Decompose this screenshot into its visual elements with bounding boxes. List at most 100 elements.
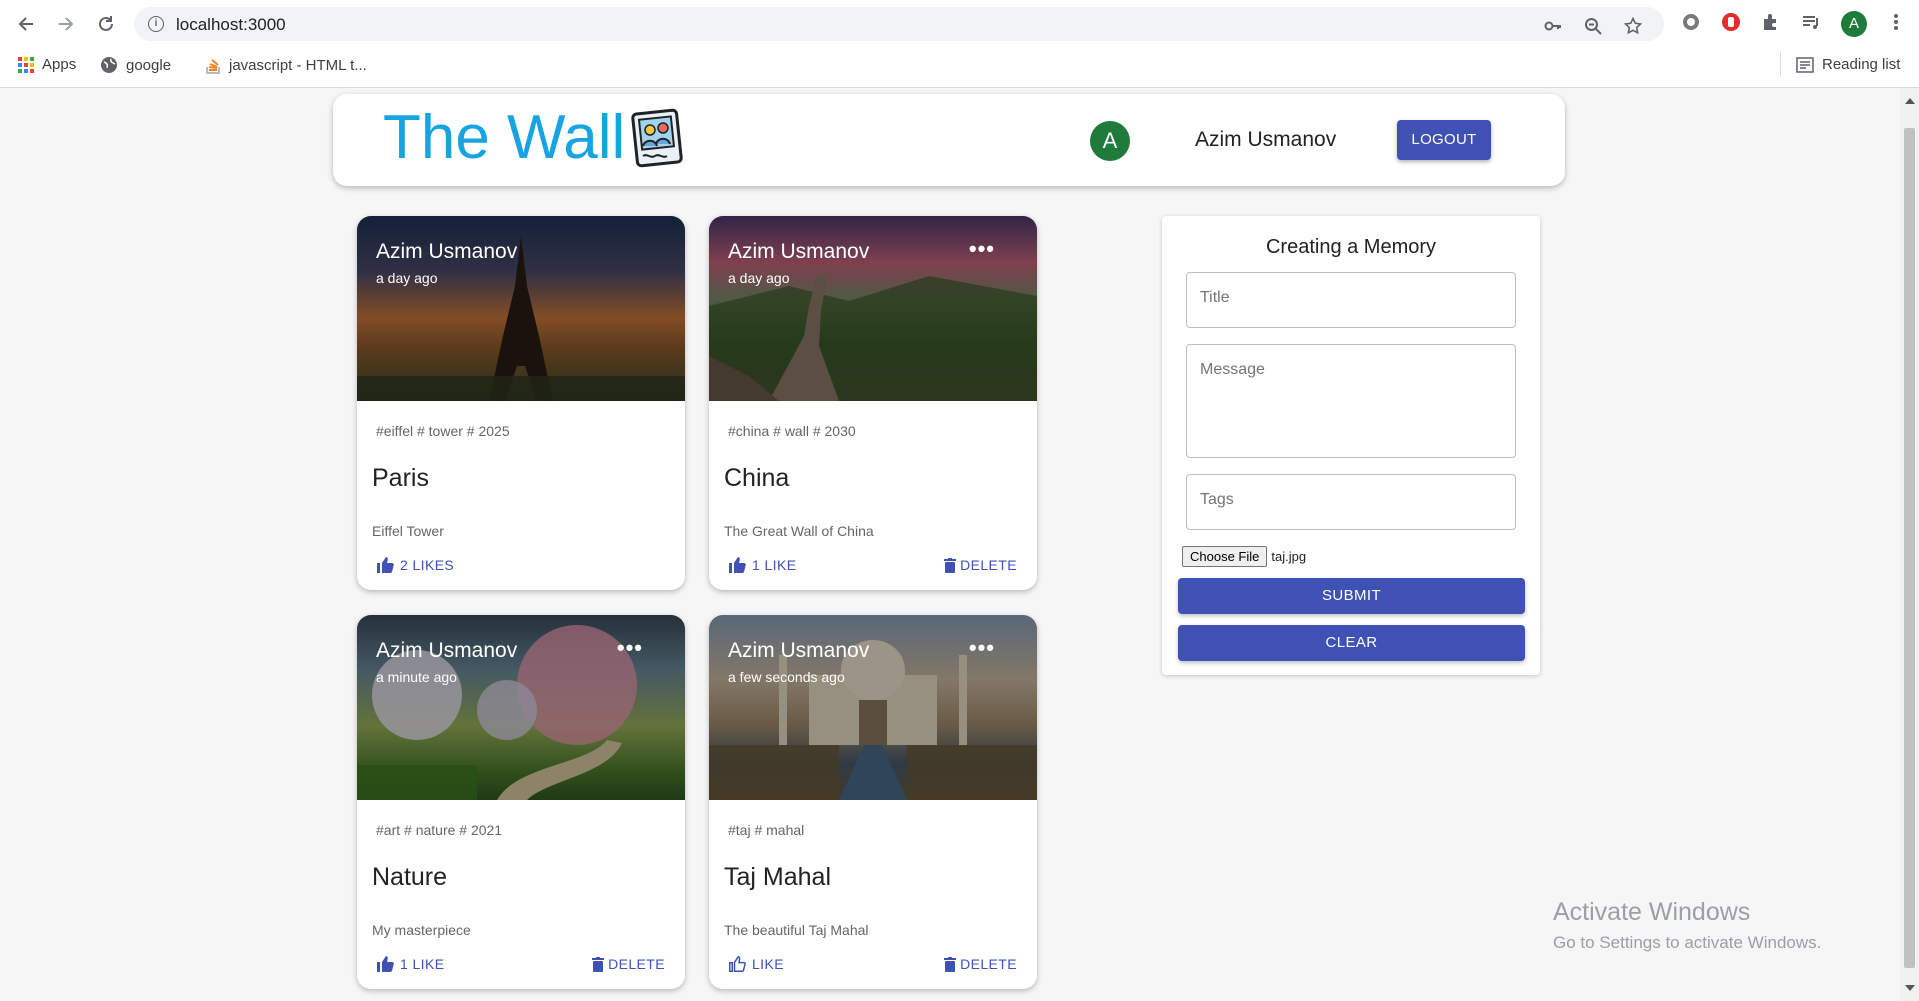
post-message: Eiffel Tower [372, 523, 444, 539]
reading-list-label: Reading list [1822, 56, 1901, 73]
forward-button[interactable] [52, 10, 80, 38]
post-author: Azim Usmanov [728, 639, 870, 662]
like-label: 2 LIKES [400, 557, 455, 573]
thumb-up-filled-icon [729, 557, 746, 573]
post-author: Azim Usmanov [376, 639, 518, 662]
thumb-up-filled-icon [377, 956, 394, 972]
thumb-up-filled-icon [377, 557, 394, 573]
create-memory-form: Creating a Memory Title Message Tags Cho… [1162, 216, 1540, 675]
post-time: a minute ago [376, 669, 457, 685]
post-title: Nature [372, 863, 448, 891]
address-bar[interactable]: i localhost:3000 [134, 7, 1664, 41]
post-card-china: Azim Usmanov a day ago ••• #china # wall… [709, 216, 1037, 590]
post-title: China [724, 464, 790, 492]
windows-activation-watermark: Activate Windows Go to Settings to activ… [1553, 898, 1821, 953]
apps-grid-icon [18, 56, 34, 73]
choose-file-button[interactable]: Choose File [1182, 546, 1268, 567]
post-card-nature: Azim Usmanov a minute ago ••• #art # nat… [357, 615, 685, 989]
scroll-down-arrow-icon[interactable] [1905, 985, 1915, 991]
message-field[interactable]: Message [1186, 344, 1516, 458]
like-button[interactable]: LIKE [729, 956, 784, 972]
like-label: 1 LIKE [400, 956, 445, 972]
delete-label: DELETE [960, 557, 1017, 573]
message-placeholder: Message [1200, 361, 1265, 378]
form-heading: Creating a Memory [1265, 236, 1437, 258]
delete-button[interactable]: DELETE [944, 557, 1017, 573]
post-message: The Great Wall of China [724, 523, 874, 539]
trash-icon [944, 557, 957, 573]
post-time: a few seconds ago [728, 669, 845, 685]
bookmark-label: google [126, 56, 172, 74]
browser-chrome: i localhost:3000 A Apps google javascrip… [0, 0, 1919, 88]
zoom-icon[interactable] [1584, 17, 1602, 40]
title-placeholder: Title [1200, 289, 1230, 306]
globe-icon [101, 57, 117, 73]
clear-button[interactable]: CLEAR [1178, 625, 1525, 661]
like-button[interactable]: 2 LIKES [377, 557, 454, 573]
bookmark-google[interactable]: google [100, 56, 171, 74]
post-card-taj-mahal: Azim Usmanov a few seconds ago ••• #taj … [709, 615, 1037, 989]
post-message: The beautiful Taj Mahal [724, 922, 869, 938]
arrow-left-icon [18, 17, 33, 31]
watermark-line2: Go to Settings to activate Windows. [1553, 933, 1822, 952]
more-options-icon[interactable]: ••• [969, 635, 995, 661]
tags-field[interactable]: Tags [1186, 474, 1516, 530]
post-tags: #art # nature # 2021 [376, 822, 503, 838]
delete-label: DELETE [608, 956, 665, 972]
url-text[interactable]: localhost:3000 [176, 15, 286, 35]
star-icon[interactable] [1623, 16, 1643, 40]
post-title: Taj Mahal [724, 863, 831, 891]
file-input: Choose File taj.jpg [1182, 546, 1306, 567]
delete-button[interactable]: DELETE [592, 956, 665, 972]
bookmarks-divider [1780, 52, 1781, 76]
info-icon[interactable]: i [148, 16, 164, 32]
post-tags: #china # wall # 2030 [728, 423, 856, 439]
stackoverflow-icon [206, 59, 220, 74]
extension-circle-icon[interactable] [1680, 11, 1702, 33]
app-bar: The Wall A Azim Usmanov LOGOUT [333, 94, 1565, 186]
post-message: My masterpiece [372, 922, 471, 938]
scroll-thumb[interactable] [1904, 128, 1915, 968]
trash-icon [944, 956, 957, 972]
like-button[interactable]: 1 LIKE [729, 557, 796, 573]
logout-button[interactable]: LOGOUT [1397, 120, 1491, 160]
watermark-line1: Activate Windows [1553, 898, 1751, 926]
key-icon[interactable] [1544, 17, 1562, 40]
scroll-up-arrow-icon[interactable] [1905, 98, 1915, 104]
file-name: taj.jpg [1271, 549, 1307, 564]
bookmark-apps[interactable]: Apps [18, 56, 76, 73]
post-tags: #taj # mahal [728, 822, 805, 838]
back-button[interactable] [12, 10, 40, 38]
more-options-icon[interactable]: ••• [969, 236, 995, 262]
bookmark-stackoverflow[interactable]: javascript - HTML t... [205, 56, 367, 74]
bookmark-label: javascript - HTML t... [229, 56, 367, 74]
post-time: a day ago [728, 270, 790, 286]
reading-list-icon [1796, 56, 1814, 73]
like-label: LIKE [752, 956, 784, 972]
more-options-icon[interactable]: ••• [617, 635, 643, 661]
delete-label: DELETE [960, 956, 1017, 972]
reading-list-button[interactable]: Reading list [1796, 56, 1900, 73]
post-time: a day ago [376, 270, 438, 286]
title-field[interactable]: Title [1186, 272, 1516, 328]
like-button[interactable]: 1 LIKE [377, 956, 444, 972]
profile-avatar[interactable]: A [1841, 11, 1867, 37]
puzzle-icon[interactable] [1760, 11, 1782, 33]
reload-icon [99, 16, 113, 31]
adblock-icon[interactable] [1720, 11, 1742, 33]
delete-button[interactable]: DELETE [944, 956, 1017, 972]
user-avatar[interactable]: A [1090, 121, 1130, 161]
page-scrollbar[interactable] [1900, 88, 1919, 1001]
user-name: Azim Usmanov [1195, 128, 1337, 151]
kebab-menu-icon[interactable] [1885, 11, 1907, 33]
post-card-paris: Azim Usmanov a day ago #eiffel # tower #… [357, 216, 685, 590]
post-title: Paris [372, 464, 429, 492]
media-controls-icon[interactable] [1800, 11, 1822, 33]
bookmarks-bar: Apps google javascript - HTML t... Readi… [0, 50, 1919, 80]
submit-button[interactable]: SUBMIT [1178, 578, 1525, 614]
thumb-up-outline-icon [729, 956, 746, 972]
brand-title: The Wall [383, 103, 626, 172]
reload-button[interactable] [92, 10, 120, 38]
post-author: Azim Usmanov [376, 240, 518, 263]
like-label: 1 LIKE [752, 557, 797, 573]
